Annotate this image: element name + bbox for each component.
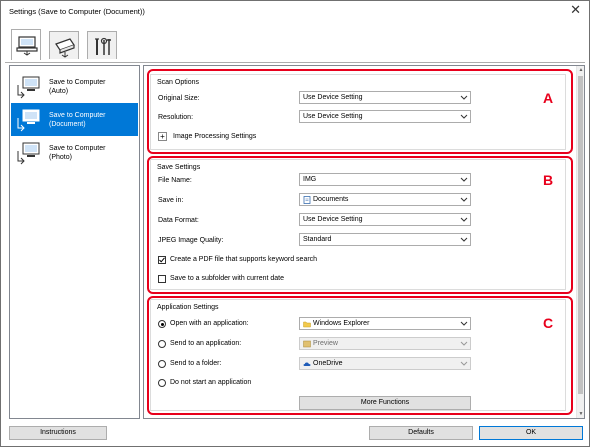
scrollbar-thumb[interactable]	[578, 76, 583, 394]
jpeg-quality-select[interactable]: Standard	[299, 233, 471, 246]
marker-c: C	[543, 315, 554, 331]
marker-a: A	[543, 90, 554, 106]
data-format-select[interactable]: Use Device Setting	[299, 213, 471, 226]
select-value: Use Device Setting	[303, 94, 363, 101]
select-value: Documents	[313, 196, 349, 203]
chevron-down-icon	[460, 321, 468, 326]
list-item-save-document[interactable]: Save to Computer (Document)	[11, 103, 138, 136]
do-not-start-radio[interactable]	[158, 379, 166, 387]
list-item-sublabel: (Document)	[49, 121, 86, 128]
select-value: OneDrive	[313, 360, 343, 367]
send-app-radio[interactable]	[158, 340, 166, 348]
select-value: IMG	[303, 176, 317, 183]
documents-folder-icon	[303, 196, 311, 204]
computer-save-icon	[17, 76, 40, 99]
settings-panel: Scan Options Original Size: Use Device S…	[143, 65, 585, 419]
pdf-keyword-checkbox[interactable]	[158, 256, 166, 264]
pdf-keyword-label[interactable]: Create a PDF file that supports keyword …	[170, 256, 317, 263]
list-item-label: Save to Computer	[49, 79, 106, 86]
scroll-up-icon[interactable]: ▲	[577, 67, 585, 73]
open-app-select[interactable]: Windows Explorer	[299, 317, 471, 330]
tab-strip	[1, 23, 589, 63]
subfolder-label[interactable]: Save to a subfolder with current date	[170, 275, 284, 282]
select-value: Standard	[303, 236, 332, 243]
checkmark-icon	[159, 257, 165, 263]
vertical-scrollbar[interactable]: ▲ ▼	[576, 66, 584, 418]
save-in-select[interactable]: Documents	[299, 193, 471, 206]
send-app-label[interactable]: Send to an application:	[170, 340, 241, 347]
chevron-down-icon	[460, 361, 468, 366]
select-value: Use Device Setting	[303, 113, 363, 120]
send-folder-label[interactable]: Send to a folder:	[170, 360, 221, 367]
marker-b: B	[543, 172, 554, 188]
mode-list: Save to Computer (Auto) Save to Computer (…	[9, 65, 140, 419]
chevron-down-icon	[460, 177, 468, 182]
list-item-label: Save to Computer	[49, 145, 106, 152]
image-processing-label[interactable]: Image Processing Settings	[173, 133, 256, 140]
resolution-select[interactable]: Use Device Setting	[299, 110, 471, 123]
scan-from-computer-tab[interactable]	[11, 29, 41, 60]
list-item-sublabel: (Auto)	[49, 88, 69, 95]
send-folder-select[interactable]: OneDrive	[299, 357, 471, 370]
general-settings-tab[interactable]	[87, 31, 117, 59]
group-title: Application Settings	[157, 304, 219, 311]
computer-save-icon	[17, 142, 40, 165]
resolution-label: Resolution:	[158, 114, 194, 121]
list-item-save-auto[interactable]: Save to Computer (Auto)	[11, 70, 138, 103]
send-app-select[interactable]: Preview	[299, 337, 471, 350]
chevron-down-icon	[460, 95, 468, 100]
open-app-radio[interactable]	[158, 320, 166, 328]
file-name-label: File Name:	[158, 177, 192, 184]
tab-divider	[5, 62, 585, 63]
scroll-down-icon[interactable]: ▼	[577, 411, 585, 417]
application-settings-group: Application Settings	[150, 299, 566, 411]
ok-button[interactable]: OK	[479, 426, 583, 440]
settings-window: Settings (Save to Computer (Document)) ✕	[0, 0, 590, 447]
original-size-label: Original Size:	[158, 95, 200, 102]
more-functions-button[interactable]: More Functions	[299, 396, 471, 410]
send-folder-radio[interactable]	[158, 360, 166, 368]
select-value: Use Device Setting	[303, 216, 363, 223]
chevron-down-icon	[460, 197, 468, 202]
select-value: Preview	[313, 340, 338, 347]
data-format-label: Data Format:	[158, 217, 199, 224]
cloud-icon	[303, 362, 311, 366]
select-value: Windows Explorer	[313, 320, 370, 327]
scan-from-operation-panel-tab[interactable]	[49, 31, 79, 59]
subfolder-checkbox[interactable]	[158, 275, 166, 283]
list-item-save-photo[interactable]: Save to Computer (Photo)	[11, 136, 138, 169]
close-icon[interactable]: ✕	[570, 3, 581, 17]
title-bar: Settings (Save to Computer (Document)) ✕	[1, 1, 589, 22]
computer-scan-icon	[16, 36, 38, 56]
defaults-button[interactable]: Defaults	[369, 426, 473, 440]
jpeg-quality-label: JPEG Image Quality:	[158, 237, 224, 244]
open-app-label[interactable]: Open with an application:	[170, 320, 249, 327]
footer: Instructions Defaults OK	[1, 421, 589, 446]
list-item-label: Save to Computer	[49, 112, 106, 119]
folder-icon	[303, 321, 311, 328]
group-title: Save Settings	[157, 164, 201, 171]
group-title: Scan Options	[157, 79, 200, 86]
save-in-label: Save in:	[158, 197, 184, 204]
expand-icon[interactable]: +	[158, 132, 167, 141]
window-title: Settings (Save to Computer (Document))	[9, 7, 145, 16]
preview-app-icon	[303, 340, 311, 348]
list-item-sublabel: (Photo)	[49, 154, 72, 161]
original-size-select[interactable]: Use Device Setting	[299, 91, 471, 104]
tools-icon	[95, 37, 111, 55]
instructions-button[interactable]: Instructions	[9, 426, 107, 440]
chevron-down-icon	[460, 237, 468, 242]
file-name-combobox[interactable]: IMG	[299, 173, 471, 186]
computer-save-icon	[17, 109, 40, 132]
chevron-down-icon	[460, 217, 468, 222]
do-not-start-label[interactable]: Do not start an application	[170, 379, 251, 386]
scanner-icon	[55, 38, 75, 58]
chevron-down-icon	[460, 114, 468, 119]
chevron-down-icon	[460, 341, 468, 346]
